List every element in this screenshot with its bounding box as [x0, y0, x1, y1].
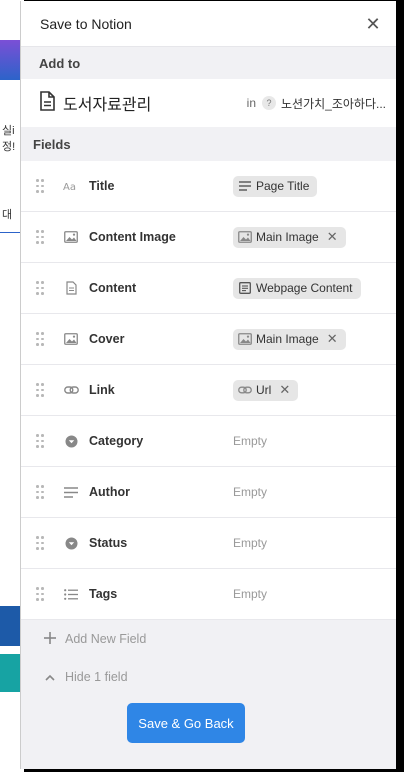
image-icon	[238, 230, 252, 244]
drag-handle-icon[interactable]	[36, 434, 44, 448]
text-lines-icon	[63, 484, 79, 500]
fields-label: Fields	[33, 136, 71, 152]
field-row: Category Empty	[21, 416, 396, 467]
field-value[interactable]: Url ✕	[233, 379, 299, 401]
drag-handle-icon[interactable]	[36, 383, 44, 397]
field-name: Content	[89, 281, 137, 295]
empty-value: Empty	[233, 536, 268, 550]
image-icon	[63, 331, 79, 347]
empty-value: Empty	[233, 485, 268, 499]
value-chip-label: Main Image	[256, 230, 319, 244]
field-value[interactable]: Empty	[233, 536, 267, 550]
field-row: Author Empty	[21, 467, 396, 518]
field-row: Aa Title Page Title	[21, 161, 396, 212]
drag-handle-icon[interactable]	[36, 587, 44, 601]
fields-section: Fields	[21, 127, 396, 161]
select-icon	[63, 433, 79, 449]
field-name: Category	[89, 434, 144, 448]
value-chip-label: Page Title	[256, 179, 310, 193]
field-value[interactable]: Webpage Content	[233, 277, 361, 299]
value-chip[interactable]: Main Image ✕	[233, 226, 346, 248]
drag-handle-icon[interactable]	[36, 179, 44, 193]
close-icon[interactable]: ✕	[364, 15, 382, 33]
drag-handle-icon[interactable]	[36, 332, 44, 346]
target-database[interactable]: 도서자료관리 in ? 노션가치_조아하다...	[21, 79, 396, 127]
field-row: Content Webpage Content	[21, 263, 396, 314]
drag-handle-icon[interactable]	[36, 536, 44, 550]
save-go-back-button[interactable]: Save & Go Back	[127, 703, 245, 743]
image-icon	[63, 229, 79, 245]
value-chip[interactable]: Main Image ✕	[233, 328, 346, 350]
field-name: Link	[89, 383, 115, 397]
help-icon: ?	[262, 96, 276, 110]
field-value[interactable]: Empty	[233, 434, 267, 448]
in-label: in	[246, 96, 256, 110]
background-text: 정!	[2, 141, 16, 153]
value-chip[interactable]: Webpage Content	[233, 277, 361, 299]
field-name: Content Image	[89, 230, 176, 244]
empty-value: Empty	[233, 434, 268, 448]
field-name: Title	[89, 179, 115, 193]
drag-handle-icon[interactable]	[36, 230, 44, 244]
select-icon	[63, 535, 79, 551]
link-icon	[238, 383, 252, 397]
popup-header: Save to Notion ✕	[21, 1, 396, 47]
field-value[interactable]: Empty	[233, 485, 267, 499]
field-value[interactable]: Empty	[233, 587, 267, 601]
add-new-field-button[interactable]: Add New Field	[21, 620, 396, 658]
save-to-notion-popup: Save to Notion ✕ Add to 도서자료관리 in ? 노션가치…	[20, 1, 396, 769]
field-name: Cover	[89, 332, 125, 346]
field-row: Cover Main Image ✕	[21, 314, 396, 365]
value-chip-label: Webpage Content	[256, 281, 353, 295]
field-name: Tags	[89, 587, 118, 601]
list-icon	[63, 586, 79, 602]
field-name: Author	[89, 485, 130, 499]
lines-icon	[238, 179, 252, 193]
link-icon	[63, 382, 79, 398]
document-icon	[63, 280, 79, 296]
field-row: Content Image Main Image ✕	[21, 212, 396, 263]
value-chip-label: Main Image	[256, 332, 319, 346]
field-value[interactable]: Main Image ✕	[233, 328, 346, 350]
chevron-up-icon	[43, 670, 57, 684]
workspace-name: 노션가치_조아하다...	[281, 96, 386, 111]
add-new-field-label: Add New Field	[65, 632, 147, 646]
hide-fields-label: Hide 1 field	[65, 670, 128, 684]
remove-icon[interactable]: ✕	[327, 229, 338, 245]
field-list: Aa Title Page Title Content Image Main Image…	[21, 161, 396, 620]
field-name: Status	[89, 536, 128, 550]
drag-handle-icon[interactable]	[36, 485, 44, 499]
database-name: 도서자료관리	[63, 97, 152, 114]
remove-icon[interactable]: ✕	[279, 382, 290, 398]
field-row: Tags Empty	[21, 569, 396, 620]
value-chip[interactable]: Page Title	[233, 175, 318, 197]
field-row: Status Empty	[21, 518, 396, 569]
field-value[interactable]: Main Image ✕	[233, 226, 346, 248]
popup-title: Save to Notion	[40, 15, 132, 32]
image-icon	[238, 332, 252, 346]
add-to-section: Add to	[21, 47, 396, 79]
add-to-label: Add to	[39, 55, 81, 71]
hide-fields-button[interactable]: Hide 1 field	[21, 658, 396, 696]
empty-value: Empty	[233, 587, 268, 601]
remove-icon[interactable]: ✕	[327, 331, 338, 347]
text-aa-icon: Aa	[63, 178, 79, 194]
document-icon	[39, 90, 55, 116]
background-text: 대	[2, 209, 13, 221]
value-chip-label: Url	[256, 383, 272, 397]
background-text: 실i	[2, 125, 15, 137]
svg-text:Aa: Aa	[63, 182, 76, 192]
field-value[interactable]: Page Title	[233, 175, 318, 197]
plus-icon	[43, 631, 57, 647]
drag-handle-icon[interactable]	[36, 281, 44, 295]
value-chip[interactable]: Url ✕	[233, 379, 299, 401]
webpage-icon	[238, 281, 252, 295]
field-row: Link Url ✕	[21, 365, 396, 416]
